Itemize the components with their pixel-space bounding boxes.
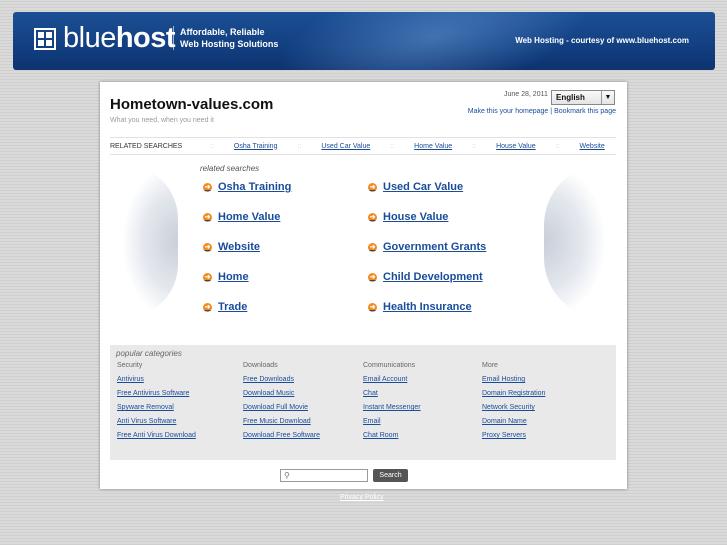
popular-categories: popular categories Security Antivirus Fr…	[110, 345, 616, 460]
tagline-line-2: Web Hosting Solutions	[180, 39, 279, 49]
date-label: June 28, 2011	[504, 91, 548, 98]
privacy-policy-link[interactable]: Privacy Policy	[340, 494, 384, 501]
related-searches-heading: related searches	[200, 164, 260, 173]
link-separator: |	[550, 108, 553, 115]
related-link[interactable]: ➜ Osha Training	[203, 181, 291, 193]
related-link[interactable]: ➜ Home	[203, 271, 249, 283]
category-heading: Downloads	[243, 362, 278, 369]
bar-separator: ::	[555, 142, 560, 150]
arrow-right-icon: ➜	[368, 182, 377, 192]
arrow-right-icon: ➜	[203, 242, 212, 252]
related-searches-bar: RELATED SEARCHES :: Osha Training :: Use…	[110, 137, 616, 155]
category-heading: Security	[117, 362, 143, 369]
category-link[interactable]: Network Security	[482, 404, 545, 411]
category-link[interactable]: Free Anti Virus Download	[117, 432, 196, 439]
arrow-right-icon: ➜	[368, 302, 377, 312]
category-link[interactable]: Domain Registration	[482, 390, 545, 397]
category-column: More Email Hosting Domain Registration N…	[482, 362, 545, 446]
arrow-right-icon: ➜	[203, 302, 212, 312]
search-button[interactable]: Search	[373, 469, 408, 482]
category-link[interactable]: Download Free Software	[243, 432, 320, 439]
category-link[interactable]: Instant Messenger	[363, 404, 421, 411]
category-link[interactable]: Chat	[363, 390, 421, 397]
bluehost-logo-icon	[34, 28, 56, 50]
bar-link-osha-training[interactable]: Osha Training	[234, 143, 278, 150]
category-link[interactable]: Antivirus	[117, 376, 196, 383]
bar-link-house-value[interactable]: House Value	[496, 143, 536, 150]
arrow-right-icon: ➜	[203, 272, 212, 282]
arrow-right-icon: ➜	[368, 272, 377, 282]
category-link[interactable]: Spyware Removal	[117, 404, 196, 411]
category-link[interactable]: Email Account	[363, 376, 421, 383]
bar-separator: ::	[472, 142, 477, 150]
category-link[interactable]: Free Antivirus Software	[117, 390, 196, 397]
category-heading: More	[482, 362, 498, 369]
category-link[interactable]: Anti Virus Software	[117, 418, 196, 425]
category-link[interactable]: Email	[363, 418, 421, 425]
category-column: Communications Email Account Chat Instan…	[363, 362, 421, 446]
category-link[interactable]: Chat Room	[363, 432, 421, 439]
related-link[interactable]: ➜ House Value	[368, 211, 448, 223]
make-homepage-link[interactable]: Make this your homepage	[468, 108, 549, 115]
decorative-orb-right	[544, 164, 605, 319]
category-heading: Communications	[363, 362, 416, 369]
bluehost-logo[interactable]: bluehost	[63, 22, 176, 55]
bar-separator: ::	[210, 142, 214, 150]
category-link[interactable]: Download Music	[243, 390, 320, 397]
bar-link-website[interactable]: Website	[580, 143, 605, 150]
top-links: Make this your homepage | Bookmark this pa…	[468, 108, 616, 115]
chevron-down-icon[interactable]: ▼	[601, 91, 614, 104]
category-link[interactable]: Download Full Movie	[243, 404, 320, 411]
bookmark-link[interactable]: Bookmark this page	[554, 108, 616, 115]
related-link[interactable]: ➜ Trade	[203, 301, 247, 313]
header-banner: bluehost Affordable, Reliable Web Hostin…	[13, 12, 715, 70]
tagline: Affordable, Reliable Web Hosting Solutio…	[173, 26, 278, 50]
category-link[interactable]: Free Downloads	[243, 376, 320, 383]
bar-separator: ::	[297, 142, 302, 150]
related-link[interactable]: ➜ Child Development	[368, 271, 483, 283]
category-link[interactable]: Email Hosting	[482, 376, 545, 383]
tagline-line-1: Affordable, Reliable	[180, 27, 265, 37]
main-card: Hometown-values.com What you need, when …	[100, 82, 627, 489]
search-icon: ⚲	[284, 471, 290, 480]
language-value: English	[556, 93, 585, 102]
decorative-orb-left	[123, 164, 178, 319]
related-link[interactable]: ➜ Government Grants	[368, 241, 486, 253]
related-link[interactable]: ➜ Health Insurance	[368, 301, 472, 313]
site-subtitle: What you need, when you need it	[110, 117, 214, 124]
arrow-right-icon: ➜	[368, 242, 377, 252]
arrow-right-icon: ➜	[368, 212, 377, 222]
search-input[interactable]: ⚲	[280, 469, 368, 482]
bar-link-used-car-value[interactable]: Used Car Value	[321, 143, 370, 150]
bar-separator: ::	[390, 142, 395, 150]
related-link[interactable]: ➜ Website	[203, 241, 260, 253]
courtesy-link[interactable]: Web Hosting - courtesy of www.bluehost.c…	[515, 36, 689, 45]
category-column: Security Antivirus Free Antivirus Softwa…	[117, 362, 196, 446]
category-link[interactable]: Domain Name	[482, 418, 545, 425]
category-link[interactable]: Proxy Servers	[482, 432, 545, 439]
category-column: Downloads Free Downloads Download Music …	[243, 362, 320, 446]
bar-link-home-value[interactable]: Home Value	[414, 143, 452, 150]
arrow-right-icon: ➜	[203, 212, 212, 222]
language-select[interactable]: English ▼	[551, 90, 615, 105]
category-link[interactable]: Free Music Download	[243, 418, 320, 425]
related-searches-label: RELATED SEARCHES	[110, 142, 183, 150]
site-title: Hometown-values.com	[110, 96, 274, 113]
related-link[interactable]: ➜ Home Value	[203, 211, 280, 223]
arrow-right-icon: ➜	[203, 182, 212, 192]
related-link[interactable]: ➜ Used Car Value	[368, 181, 463, 193]
popular-categories-title: popular categories	[116, 349, 182, 358]
